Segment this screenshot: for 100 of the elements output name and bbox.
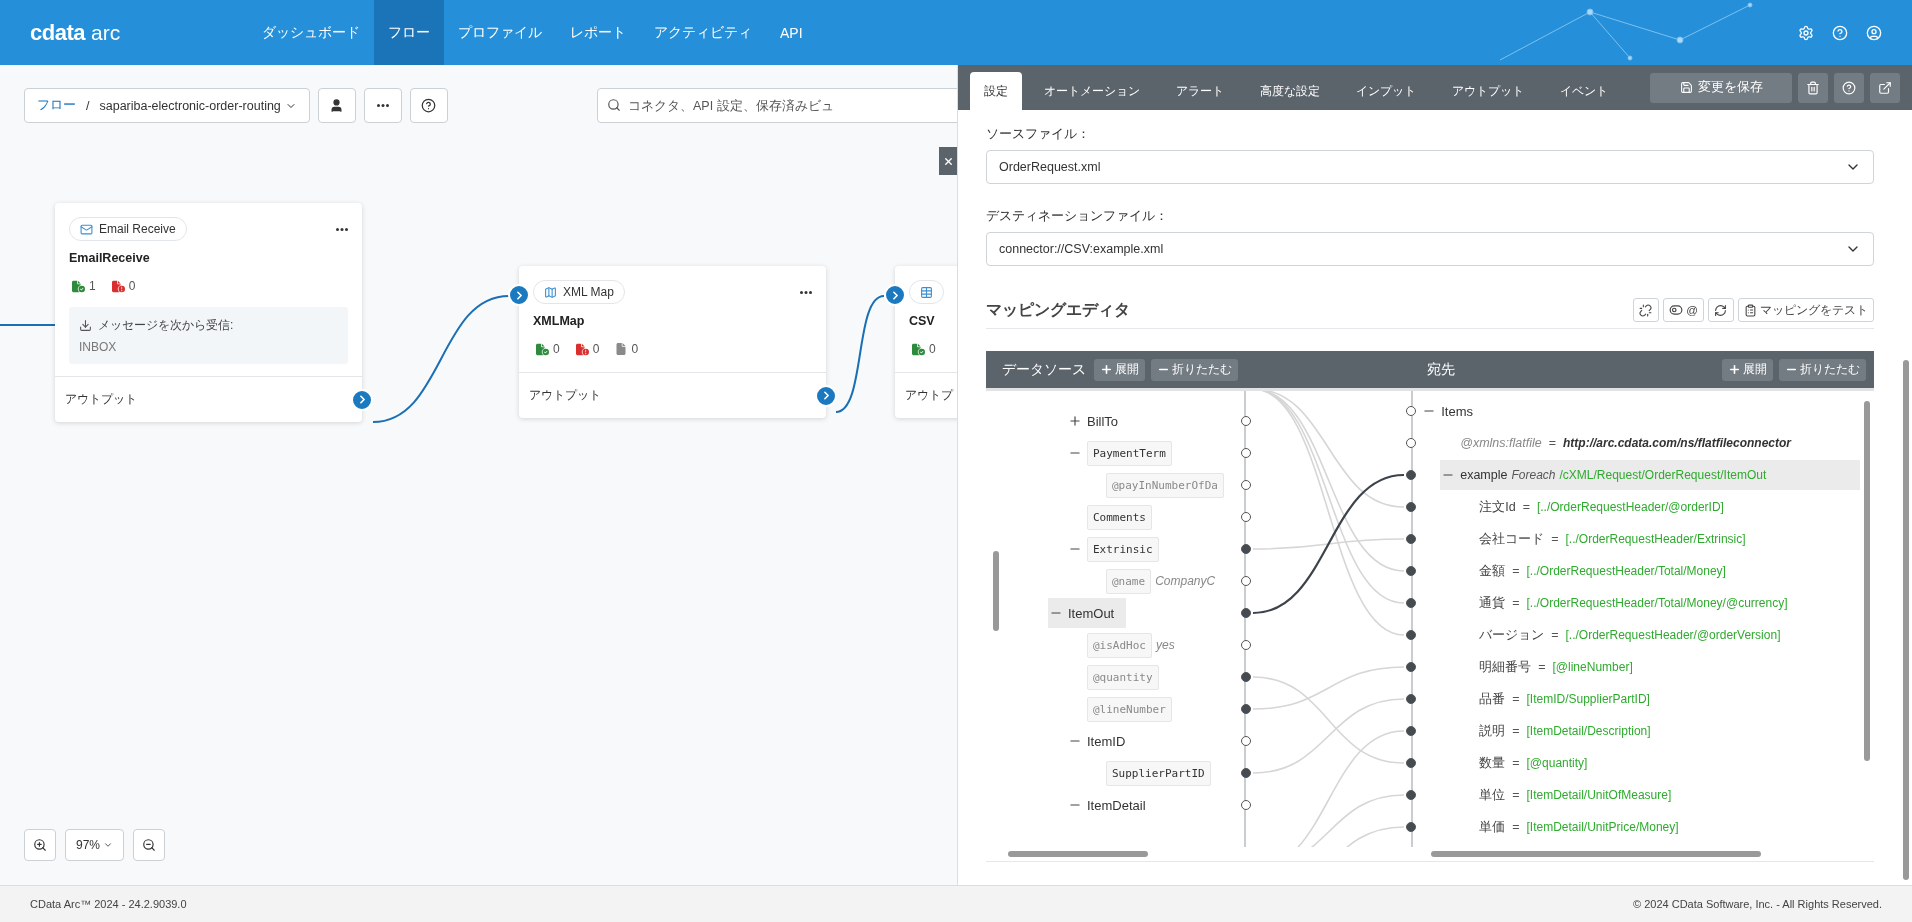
tree-row[interactable]: ItemOut (1048, 598, 1127, 628)
connector-dot[interactable] (1241, 768, 1252, 778)
help-button[interactable] (409, 88, 448, 123)
tree-row[interactable]: 品番 = [ItemID/SupplierPartID] (1459, 684, 1662, 714)
connector-dot[interactable] (1406, 566, 1417, 576)
connector-dot[interactable] (1241, 704, 1252, 714)
tree-row[interactable]: 通貨 = [../OrderRequestHeader/Total/Money/@currency] (1459, 588, 1800, 618)
nav-tab[interactable]: フロー (374, 0, 444, 65)
horizontal-scrollbar[interactable] (1008, 851, 1148, 857)
flow-name-dropdown[interactable]: sapariba-electronic-order-routing (99, 98, 297, 113)
tree-row[interactable]: Comments (1067, 502, 1164, 532)
connector-dot[interactable] (1241, 672, 1252, 682)
expand-all-button[interactable]: 展開 (1722, 358, 1773, 381)
panel-tab[interactable]: インプット (1342, 72, 1430, 110)
open-external-button[interactable] (1870, 72, 1900, 103)
tree-row[interactable]: @name CompanyC (1086, 566, 1228, 596)
tree-row[interactable]: 注文Id = [../OrderRequestHeader/@orderID] (1459, 492, 1736, 522)
help-button[interactable] (1834, 72, 1864, 103)
connector-dot[interactable] (1406, 630, 1417, 640)
tree-row[interactable]: バージョン = [../OrderRequestHeader/@orderVersion] (1459, 620, 1793, 650)
connector-dot[interactable] (1241, 512, 1252, 522)
connector-dot[interactable] (1406, 502, 1417, 512)
breadcrumb-link[interactable]: フロー (37, 97, 76, 114)
connector-dot[interactable] (1406, 790, 1417, 800)
connector-dot[interactable] (1241, 576, 1252, 586)
expand-icon[interactable] (1068, 414, 1082, 428)
source-file-select[interactable]: OrderRequest.xml (986, 150, 1874, 184)
panel-tab[interactable]: 設定 (970, 72, 1022, 110)
horizontal-scrollbar[interactable] (1431, 851, 1762, 857)
user-icon (329, 98, 345, 113)
tree-row[interactable]: 単位 = [ItemDetail/UnitOfMeasure] (1459, 780, 1684, 810)
panel-tab[interactable]: 高度な設定 (1246, 72, 1334, 110)
delete-button[interactable] (1798, 72, 1828, 103)
zoom-out-button[interactable] (133, 829, 166, 861)
panel-tab[interactable]: イベント (1546, 72, 1622, 110)
connector-dot[interactable] (1406, 598, 1417, 608)
tree-row[interactable]: ItemDetail (1067, 790, 1158, 820)
tree-row[interactable]: @isAdHoc yes (1067, 630, 1187, 660)
panel-tab[interactable]: オートメーション (1030, 72, 1154, 110)
connector-dot[interactable] (1406, 406, 1417, 416)
zoom-level-dropdown[interactable]: 97% (65, 829, 125, 861)
connector-dot[interactable] (1406, 438, 1417, 448)
user-button[interactable] (317, 88, 356, 123)
save-changes-button[interactable]: 変更を保存 (1650, 72, 1792, 103)
search-field[interactable]: コネクタ、API 設定、保存済みビュ (597, 88, 957, 123)
tree-row[interactable]: 明細番号 = [@lineNumber] (1459, 652, 1645, 682)
app-logo: cdata arc (30, 18, 122, 47)
user-icon[interactable] (1866, 24, 1882, 41)
settings-icon[interactable] (1798, 24, 1814, 41)
tree-row[interactable]: Items (1421, 396, 1485, 426)
connector-dot[interactable] (1406, 470, 1417, 480)
ellipsis-icon[interactable] (800, 290, 812, 294)
unlink-button[interactable] (1633, 298, 1660, 322)
tree-row[interactable]: 金額 = [../OrderRequestHeader/Total/Money] (1459, 556, 1738, 586)
tree-row[interactable]: Extrinsic (1067, 534, 1171, 564)
vertical-scrollbar[interactable] (993, 551, 999, 631)
tree-row[interactable]: 説明 = [ItemDetail/Description] (1459, 716, 1663, 746)
output-port[interactable] (815, 384, 837, 407)
refresh-button[interactable] (1708, 298, 1734, 322)
connector-dot[interactable] (1406, 758, 1417, 768)
ellipsis-icon[interactable] (376, 104, 389, 107)
connector-dot[interactable] (1241, 608, 1252, 618)
tree-row[interactable]: BillTo (1067, 406, 1131, 436)
test-mapping-button[interactable]: マッピングをテスト (1738, 298, 1874, 322)
tree-row[interactable]: 会社コード = [../OrderRequestHeader/Extrinsic] (1459, 524, 1758, 554)
connector-dot[interactable] (1241, 416, 1252, 426)
input-port[interactable] (508, 284, 530, 306)
collapse-all-button[interactable]: 折りたたむ (1779, 358, 1866, 381)
output-port[interactable] (351, 388, 373, 411)
connector-dot[interactable] (1406, 662, 1417, 672)
tree-row[interactable]: example Foreach /cXML/Request/OrderRequest/ItemOut (1440, 460, 1860, 490)
attribute-toggle[interactable]: @ (1663, 298, 1704, 322)
input-port[interactable] (884, 284, 906, 306)
tree-row[interactable]: ItemID (1067, 726, 1138, 756)
tree-row[interactable]: 数量 = [@quantity] (1459, 748, 1600, 778)
connector-dot[interactable] (1241, 480, 1252, 490)
connector-dot[interactable] (1406, 534, 1417, 544)
connector-dot[interactable] (1241, 800, 1252, 810)
destination-file-select[interactable]: connector://CSV:example.xml (986, 232, 1874, 266)
connector-dot[interactable] (1241, 448, 1252, 458)
tree-row[interactable]: PaymentTerm (1067, 438, 1184, 468)
close-panel-button[interactable] (939, 147, 957, 175)
connector-dot[interactable] (1241, 736, 1252, 746)
collapse-all-button[interactable]: 折りたたむ (1151, 358, 1239, 381)
panel-tab[interactable]: アラート (1162, 72, 1238, 110)
panel-tab[interactable]: アウトプット (1438, 72, 1538, 110)
connector-dot[interactable] (1241, 544, 1252, 554)
tree-row[interactable]: 単価 = [ItemDetail/UnitPrice/Money] (1459, 812, 1691, 842)
connector-dot[interactable] (1241, 640, 1252, 650)
tree-row[interactable]: @xmlns:flatfile = http://arc.cdata.com/ns/flatfileconnector (1440, 428, 1804, 458)
connector-dot[interactable] (1406, 694, 1417, 704)
help-icon[interactable] (1832, 24, 1848, 41)
expand-all-button[interactable]: 展開 (1094, 358, 1146, 381)
vertical-scrollbar[interactable] (1864, 401, 1870, 761)
zoom-in-button[interactable] (24, 829, 56, 861)
connector-dot[interactable] (1406, 822, 1417, 832)
tree-row[interactable]: SupplierPartID (1086, 758, 1223, 788)
ellipsis-icon[interactable] (336, 227, 348, 231)
vertical-scrollbar[interactable] (1903, 360, 1909, 880)
connector-dot[interactable] (1406, 726, 1417, 736)
